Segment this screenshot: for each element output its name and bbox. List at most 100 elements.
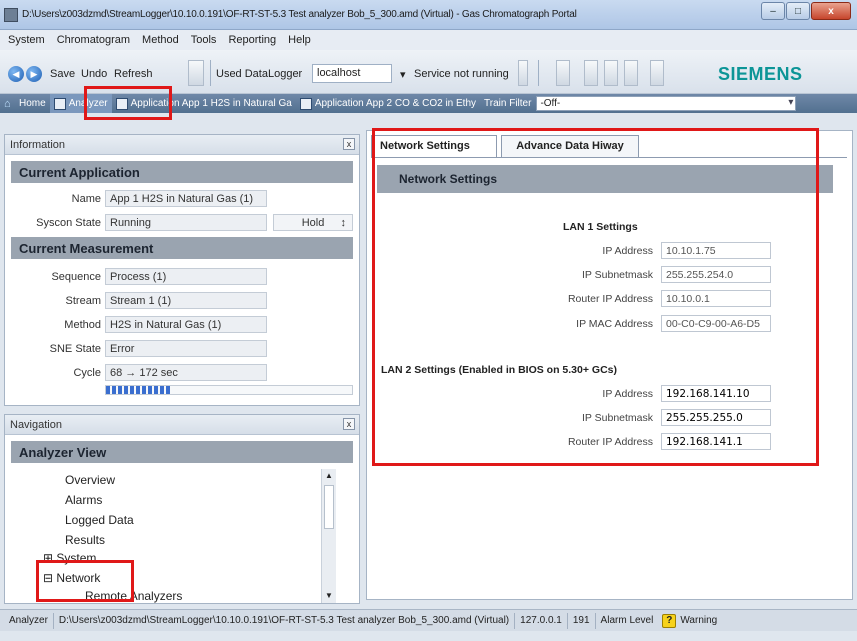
close-icon[interactable]: x	[343, 418, 355, 430]
sne-state-field: Error	[105, 340, 267, 357]
maximize-button[interactable]: □	[786, 2, 810, 20]
menu-help[interactable]: Help	[288, 34, 311, 46]
navigation-scrollbar[interactable]: ▲ ▼	[321, 469, 336, 603]
menu-reporting[interactable]: Reporting	[228, 34, 276, 46]
warning-question-icon: ?	[662, 613, 677, 628]
chevron-down-icon: ▾	[788, 97, 794, 108]
service-handle-icon[interactable]	[518, 60, 528, 86]
syscon-state-label: Syscon State	[36, 217, 101, 229]
lan2-heading: LAN 2 Settings (Enabled in BIOS on 5.30+…	[381, 364, 617, 376]
lan1-subnet-field: 255.255.254.0	[661, 266, 771, 283]
information-panel: Information x Current Application Name A…	[4, 134, 360, 406]
lan2-ip-input[interactable]: 192.168.141.10	[661, 385, 771, 402]
status-mode: Analyzer	[4, 612, 54, 629]
lan2-subnet-input[interactable]: 255.255.255.0	[661, 409, 771, 426]
title-bar: D:\Users\z003dzmd\StreamLogger\10.10.0.1…	[0, 0, 857, 30]
lan2-router-input[interactable]: 192.168.141.1	[661, 433, 771, 450]
siemens-logo: SIEMENS	[718, 64, 803, 84]
collapse-icon[interactable]: ⊟	[43, 571, 53, 585]
lan2-router-label: Router IP Address	[567, 436, 653, 448]
lan1-router-label: Router IP Address	[567, 293, 653, 305]
lan2-ip-label: IP Address	[602, 388, 653, 400]
current-application-heading: Current Application	[11, 161, 353, 183]
tab-analyzer[interactable]: Analyzer	[49, 94, 112, 113]
tab-home-label: Home	[19, 98, 46, 109]
nav-logged-data[interactable]: Logged Data	[65, 513, 134, 527]
nav-system[interactable]: ⊞ System	[43, 551, 96, 565]
nav-network-label: Network	[56, 571, 101, 585]
train-filter-select[interactable]: -Off- ▾	[536, 96, 797, 111]
train-filter: Train Filter -Off- ▾	[480, 94, 800, 113]
back-icon[interactable]: ◀	[8, 66, 24, 82]
scroll-down-icon[interactable]: ▼	[324, 591, 334, 601]
used-datalogger-label: Used DataLogger	[216, 68, 303, 80]
sequence-field: Process (1)	[105, 268, 267, 285]
service-status: Service not running	[414, 68, 509, 80]
forward-icon[interactable]: ▶	[26, 66, 42, 82]
tab-application-1-label: Application App 1 H2S in Natural Ga	[130, 98, 292, 109]
application-icon	[299, 97, 312, 110]
navigation-panel-header: Navigation x	[5, 415, 359, 435]
export-icon[interactable]	[556, 60, 570, 86]
toolbar-separator	[538, 60, 539, 86]
information-panel-title: Information	[10, 139, 66, 151]
close-button[interactable]: x	[811, 2, 851, 20]
hold-dropdown-icon: ↕	[340, 217, 347, 229]
tab-advance-data-hiway[interactable]: Advance Data Hiway	[501, 135, 639, 157]
datalogger-input[interactable]: localhost	[312, 64, 392, 83]
nav-overview[interactable]: Overview	[65, 473, 115, 487]
menu-tools[interactable]: Tools	[191, 34, 217, 46]
tab-application-1[interactable]: Application App 1 H2S in Natural Ga	[112, 94, 296, 113]
lan1-subnet-label: IP Subnetmask	[581, 269, 653, 281]
column-icon[interactable]	[624, 60, 638, 86]
column-icon[interactable]	[650, 60, 664, 86]
nav-alarms[interactable]: Alarms	[65, 493, 102, 507]
window-title: D:\Users\z003dzmd\StreamLogger\10.10.0.1…	[22, 9, 577, 20]
status-id: 191	[568, 612, 596, 629]
hold-label: Hold	[301, 217, 325, 229]
tab-home[interactable]: ⌂ Home	[0, 94, 50, 113]
train-filter-label: Train Filter	[484, 98, 532, 109]
hold-button[interactable]: Hold ↕	[273, 214, 353, 231]
method-field: H2S in Natural Gas (1)	[105, 316, 267, 333]
lan1-router-field: 10.10.0.1	[661, 290, 771, 307]
sne-state-label: SNE State	[49, 343, 101, 355]
lan1-mac-label: IP MAC Address	[576, 318, 653, 330]
column-icon[interactable]	[604, 60, 618, 86]
lan1-ip-field: 10.10.1.75	[661, 242, 771, 259]
menu-chromatogram[interactable]: Chromatogram	[57, 34, 130, 46]
lan2-subnet-label: IP Subnetmask	[581, 412, 653, 424]
scrollbar-thumb[interactable]	[324, 485, 334, 529]
window-controls: – □ x	[761, 2, 851, 20]
print-icon[interactable]	[584, 60, 598, 86]
syscon-state-field: Running	[105, 214, 267, 231]
undo-button[interactable]: Undo	[81, 68, 107, 80]
network-settings-content: Network Settings Advance Data Hiway Netw…	[366, 130, 853, 600]
tab-application-2[interactable]: Application App 2 CO & CO2 in Ethy	[296, 94, 480, 113]
minimize-button[interactable]: –	[761, 2, 785, 20]
train-filter-value: -Off-	[540, 98, 561, 109]
refresh-button[interactable]: Refresh	[114, 68, 153, 80]
tab-underline	[371, 157, 847, 158]
app-icon	[4, 8, 18, 22]
nav-results[interactable]: Results	[65, 533, 105, 547]
service-dropdown-icon[interactable]: ▾	[400, 68, 406, 81]
scroll-up-icon[interactable]: ▲	[324, 471, 334, 481]
save-button[interactable]: Save	[50, 68, 75, 80]
dropdown-handle-icon[interactable]	[188, 60, 204, 86]
tab-analyzer-label: Analyzer	[68, 98, 108, 109]
analyzer-view-heading: Analyzer View	[11, 441, 353, 463]
tab-network-settings[interactable]: Network Settings	[371, 135, 497, 157]
expand-icon[interactable]: ⊞	[43, 551, 53, 565]
status-bar: Analyzer D:\Users\z003dzmd\StreamLogger\…	[0, 609, 857, 631]
menu-method[interactable]: Method	[142, 34, 179, 46]
nav-system-label: System	[56, 551, 97, 565]
nav-network[interactable]: ⊟ Network	[43, 571, 100, 585]
cycle-label: Cycle	[73, 367, 101, 379]
lan1-ip-label: IP Address	[602, 245, 653, 257]
cycle-field: 68 → 172 sec	[105, 364, 267, 381]
close-icon[interactable]: x	[343, 138, 355, 150]
toolbar-separator	[210, 60, 211, 86]
nav-remote-analyzers[interactable]: Remote Analyzers	[85, 589, 182, 603]
menu-system[interactable]: System	[8, 34, 45, 46]
